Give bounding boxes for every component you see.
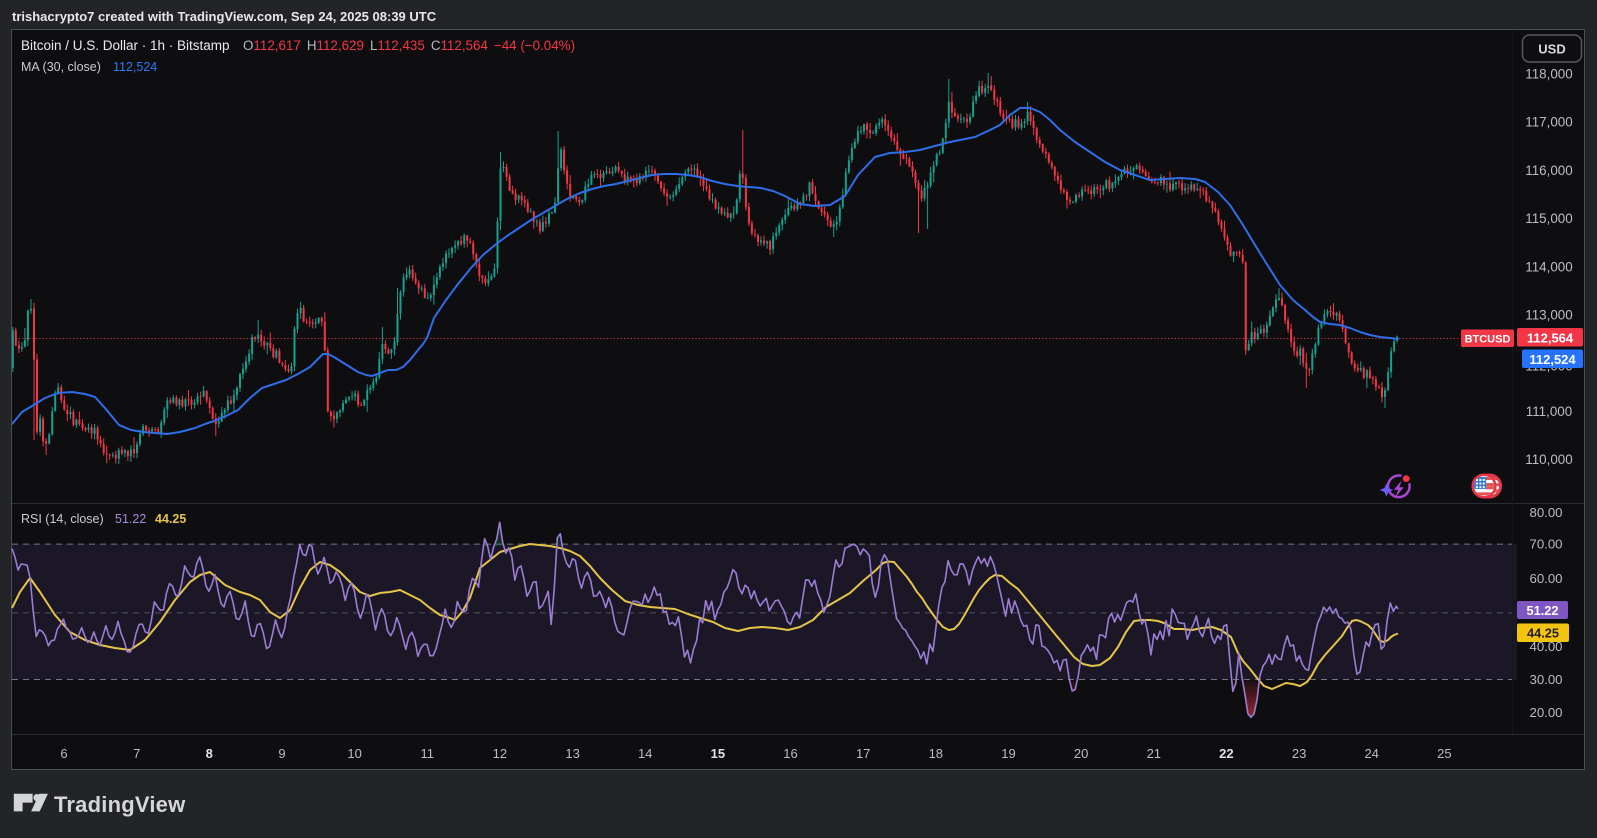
svg-text:11: 11	[420, 746, 434, 761]
svg-text:RSI (14, close): RSI (14, close)	[21, 512, 104, 526]
svg-text:80.00: 80.00	[1529, 505, 1562, 520]
svg-text:23: 23	[1292, 746, 1306, 761]
svg-text:114,000: 114,000	[1525, 259, 1572, 274]
svg-text:24: 24	[1364, 746, 1378, 761]
svg-text:TradingView: TradingView	[54, 792, 186, 817]
svg-text:20.00: 20.00	[1529, 705, 1562, 720]
svg-text:118,000: 118,000	[1525, 67, 1572, 82]
svg-text:14: 14	[638, 746, 652, 761]
svg-text:44.25: 44.25	[155, 512, 186, 526]
svg-text:112,524: 112,524	[1529, 352, 1576, 367]
svg-text:19: 19	[1001, 746, 1015, 761]
svg-text:113,000: 113,000	[1525, 308, 1572, 323]
svg-text:USD: USD	[1538, 42, 1565, 57]
svg-text:8: 8	[206, 746, 213, 761]
svg-text:116,000: 116,000	[1525, 163, 1572, 178]
svg-text:17: 17	[856, 746, 870, 761]
svg-text:51.22: 51.22	[115, 512, 146, 526]
svg-text:6: 6	[60, 746, 67, 761]
svg-text:60.00: 60.00	[1529, 571, 1562, 586]
svg-text:51.22: 51.22	[1526, 603, 1558, 618]
svg-text:trishacrypto7 created with Tra: trishacrypto7 created with TradingView.c…	[12, 9, 437, 24]
svg-text:9: 9	[278, 746, 285, 761]
svg-text:12: 12	[493, 746, 507, 761]
svg-text:115,000: 115,000	[1525, 211, 1572, 226]
svg-text:112,524: 112,524	[113, 60, 157, 74]
svg-text:10: 10	[347, 746, 361, 761]
svg-text:7: 7	[133, 746, 140, 761]
svg-text:Bitcoin / U.S. Dollar · 1h · B: Bitcoin / U.S. Dollar · 1h · Bitstamp	[21, 38, 230, 53]
svg-text:21: 21	[1147, 746, 1161, 761]
svg-text:O112,617H112,629L112,435C112,5: O112,617H112,629L112,435C112,564−44 (−0.…	[243, 38, 575, 53]
svg-text:16: 16	[783, 746, 797, 761]
svg-text:22: 22	[1219, 746, 1233, 761]
svg-text:13: 13	[565, 746, 579, 761]
svg-text:30.00: 30.00	[1529, 672, 1562, 687]
svg-text:18: 18	[929, 746, 943, 761]
svg-text:70.00: 70.00	[1529, 537, 1562, 552]
svg-text:15: 15	[711, 746, 725, 761]
svg-text:20: 20	[1074, 746, 1088, 761]
svg-text:112,564: 112,564	[1527, 331, 1574, 346]
svg-text:44.25: 44.25	[1527, 626, 1559, 641]
svg-text:25: 25	[1437, 746, 1451, 761]
svg-text:BTCUSD: BTCUSD	[1465, 334, 1511, 346]
svg-text:MA (30, close): MA (30, close)	[21, 60, 101, 74]
svg-text:110,000: 110,000	[1525, 452, 1572, 467]
svg-text:111,000: 111,000	[1526, 404, 1572, 419]
svg-text:117,000: 117,000	[1525, 115, 1572, 130]
